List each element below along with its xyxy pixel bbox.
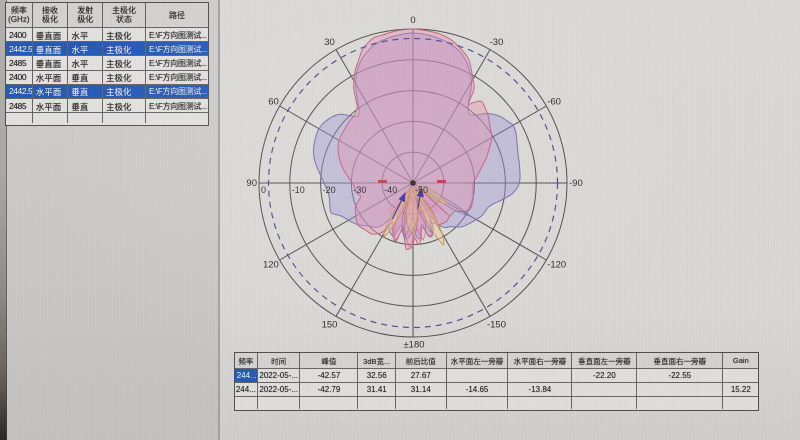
svg-text:-10: -10 [292,185,305,195]
svg-text:-90: -90 [569,178,583,189]
svg-text:-50: -50 [415,185,428,195]
svg-text:120: 120 [263,260,279,271]
svg-text:±180: ±180 [403,340,424,351]
svg-text:-150: -150 [487,319,506,330]
svg-text:-20: -20 [323,185,336,195]
svg-text:-30: -30 [353,185,366,195]
svg-text:30: 30 [324,37,335,48]
svg-text:90: 90 [246,178,257,189]
svg-text:-30: -30 [490,37,504,48]
svg-text:0: 0 [410,15,415,26]
svg-text:-40: -40 [384,185,397,195]
svg-text:150: 150 [322,319,338,330]
svg-text:0: 0 [261,185,266,195]
svg-text:-60: -60 [547,97,561,108]
svg-text:60: 60 [268,97,279,108]
svg-text:-120: -120 [547,260,566,271]
